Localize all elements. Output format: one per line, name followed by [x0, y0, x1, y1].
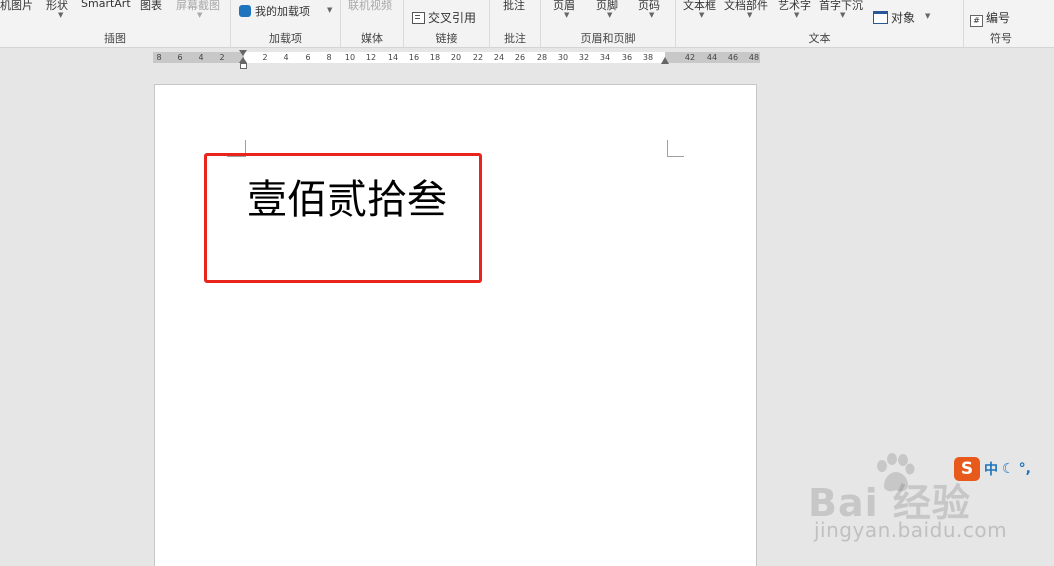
- online-video-button[interactable]: 联机视频: [348, 0, 392, 13]
- ruler-tick: 6: [305, 53, 311, 62]
- ime-mode-toggle[interactable]: 中: [984, 459, 998, 479]
- chevron-down-icon: ▼: [327, 6, 333, 14]
- group-label: 插图: [104, 32, 126, 45]
- left-indent-marker[interactable]: [240, 63, 247, 69]
- ime-punctuation-toggle[interactable]: °,: [1019, 461, 1031, 477]
- ruler-tick: 14: [387, 53, 399, 62]
- group-label: 批注: [504, 32, 526, 45]
- numbering-button[interactable]: # 编号: [970, 9, 1010, 27]
- store-icon: [239, 5, 251, 17]
- group-links: 交叉引用 链接: [404, 0, 490, 48]
- group-label: 页眉和页脚: [580, 32, 636, 45]
- ruler-tick: 16: [408, 53, 420, 62]
- ruler-tick: 48: [748, 53, 760, 62]
- group-header-footer: 页眉 ▼ 页脚 ▼ 页码 ▼ 页眉和页脚: [541, 0, 676, 48]
- chevron-down-icon: ▼: [607, 11, 613, 19]
- ruler-tick: 24: [493, 53, 505, 62]
- chevron-down-icon: ▼: [925, 12, 931, 20]
- ruler-tick: 10: [344, 53, 356, 62]
- ribbon-insert-tab: 机图片 形状 ▼ SmartArt 图表 屏幕截图 ▼ 插图 我的加载项 ▼ 加…: [0, 0, 1054, 48]
- group-symbols: # 编号 符号: [964, 0, 1038, 48]
- ruler-tick: 30: [557, 53, 569, 62]
- ruler-tick: 44: [706, 53, 718, 62]
- ruler-tick: 46: [727, 53, 739, 62]
- object-icon: [873, 11, 888, 24]
- ruler-tick: 22: [472, 53, 484, 62]
- ruler-tick: 36: [621, 53, 633, 62]
- cross-reference-icon: [412, 12, 425, 24]
- quick-parts-button[interactable]: 文档部件: [724, 0, 768, 13]
- ime-toolbar[interactable]: S 中 ☾ °,: [954, 456, 1031, 482]
- first-line-indent-marker[interactable]: [239, 50, 247, 56]
- chevron-down-icon: ▼: [649, 11, 655, 19]
- chevron-down-icon: ▼: [564, 11, 570, 19]
- group-illustrations: 机图片 形状 ▼ SmartArt 图表 屏幕截图 ▼ 插图: [0, 0, 231, 48]
- document-page[interactable]: 壹佰贰拾叁: [154, 84, 757, 566]
- margin-crop-mark-right: [667, 140, 684, 157]
- group-text: 文本框 ▼ 文档部件 ▼ 艺术字 ▼ 首字下沉 ▼ 对象 ▼ 文本: [676, 0, 964, 48]
- ruler-tick: 20: [450, 53, 462, 62]
- sogou-logo-icon[interactable]: S: [954, 457, 980, 481]
- moon-icon[interactable]: ☾: [1002, 461, 1015, 477]
- group-label: 链接: [435, 32, 458, 45]
- online-pictures-button[interactable]: 机图片: [0, 0, 33, 13]
- chevron-down-icon: ▼: [794, 11, 800, 19]
- new-comment-button[interactable]: 批注: [503, 0, 525, 13]
- right-indent-marker[interactable]: [661, 57, 669, 64]
- ruler-tick: 26: [514, 53, 526, 62]
- group-addins: 我的加载项 ▼ 加载项: [231, 0, 341, 48]
- ruler-tick: 28: [536, 53, 548, 62]
- object-label: 对象: [891, 11, 916, 25]
- object-button[interactable]: 对象: [873, 9, 915, 26]
- chevron-down-icon: ▼: [197, 11, 203, 19]
- red-highlight-box: [204, 153, 482, 283]
- shapes-button[interactable]: 形状: [46, 0, 68, 13]
- ruler-tick: 8: [326, 53, 332, 62]
- ruler-tick: 18: [429, 53, 441, 62]
- ruler-tick: 2: [262, 53, 268, 62]
- group-comments: 批注 批注: [490, 0, 541, 48]
- ruler-tick: 38: [642, 53, 654, 62]
- ruler-tick: 42: [684, 53, 696, 62]
- group-label: 符号: [990, 32, 1012, 45]
- cross-reference-button[interactable]: 交叉引用: [412, 9, 476, 26]
- watermark-url: jingyan.baidu.com: [814, 518, 1008, 542]
- chevron-down-icon: ▼: [699, 11, 705, 19]
- group-label: 加载项: [269, 32, 302, 45]
- word-window: 机图片 形状 ▼ SmartArt 图表 屏幕截图 ▼ 插图 我的加载项 ▼ 加…: [0, 0, 1054, 566]
- ruler-tick: 4: [198, 53, 204, 62]
- ruler-tick: 8: [156, 53, 162, 62]
- ruler-tick: 12: [365, 53, 377, 62]
- cross-reference-label: 交叉引用: [428, 11, 477, 25]
- numbering-label: 编号: [986, 11, 1011, 25]
- chevron-down-icon: ▼: [58, 11, 64, 19]
- ruler-tick: 2: [219, 53, 225, 62]
- chart-button[interactable]: 图表: [140, 0, 162, 13]
- ruler-tick: 32: [578, 53, 590, 62]
- my-addins-button[interactable]: 我的加载项: [239, 3, 310, 19]
- group-label: 文本: [808, 32, 831, 45]
- chevron-down-icon: ▼: [747, 11, 753, 19]
- smartart-button[interactable]: SmartArt: [81, 0, 131, 10]
- group-media: 联机视频 媒体: [341, 0, 404, 48]
- group-label: 媒体: [361, 32, 383, 45]
- ruler-tick: 34: [599, 53, 611, 62]
- ruler-tick: 6: [177, 53, 183, 62]
- ruler-tick: 4: [283, 53, 289, 62]
- my-addins-label: 我的加载项: [255, 5, 310, 18]
- chevron-down-icon: ▼: [840, 11, 846, 19]
- numbering-icon: #: [970, 15, 983, 27]
